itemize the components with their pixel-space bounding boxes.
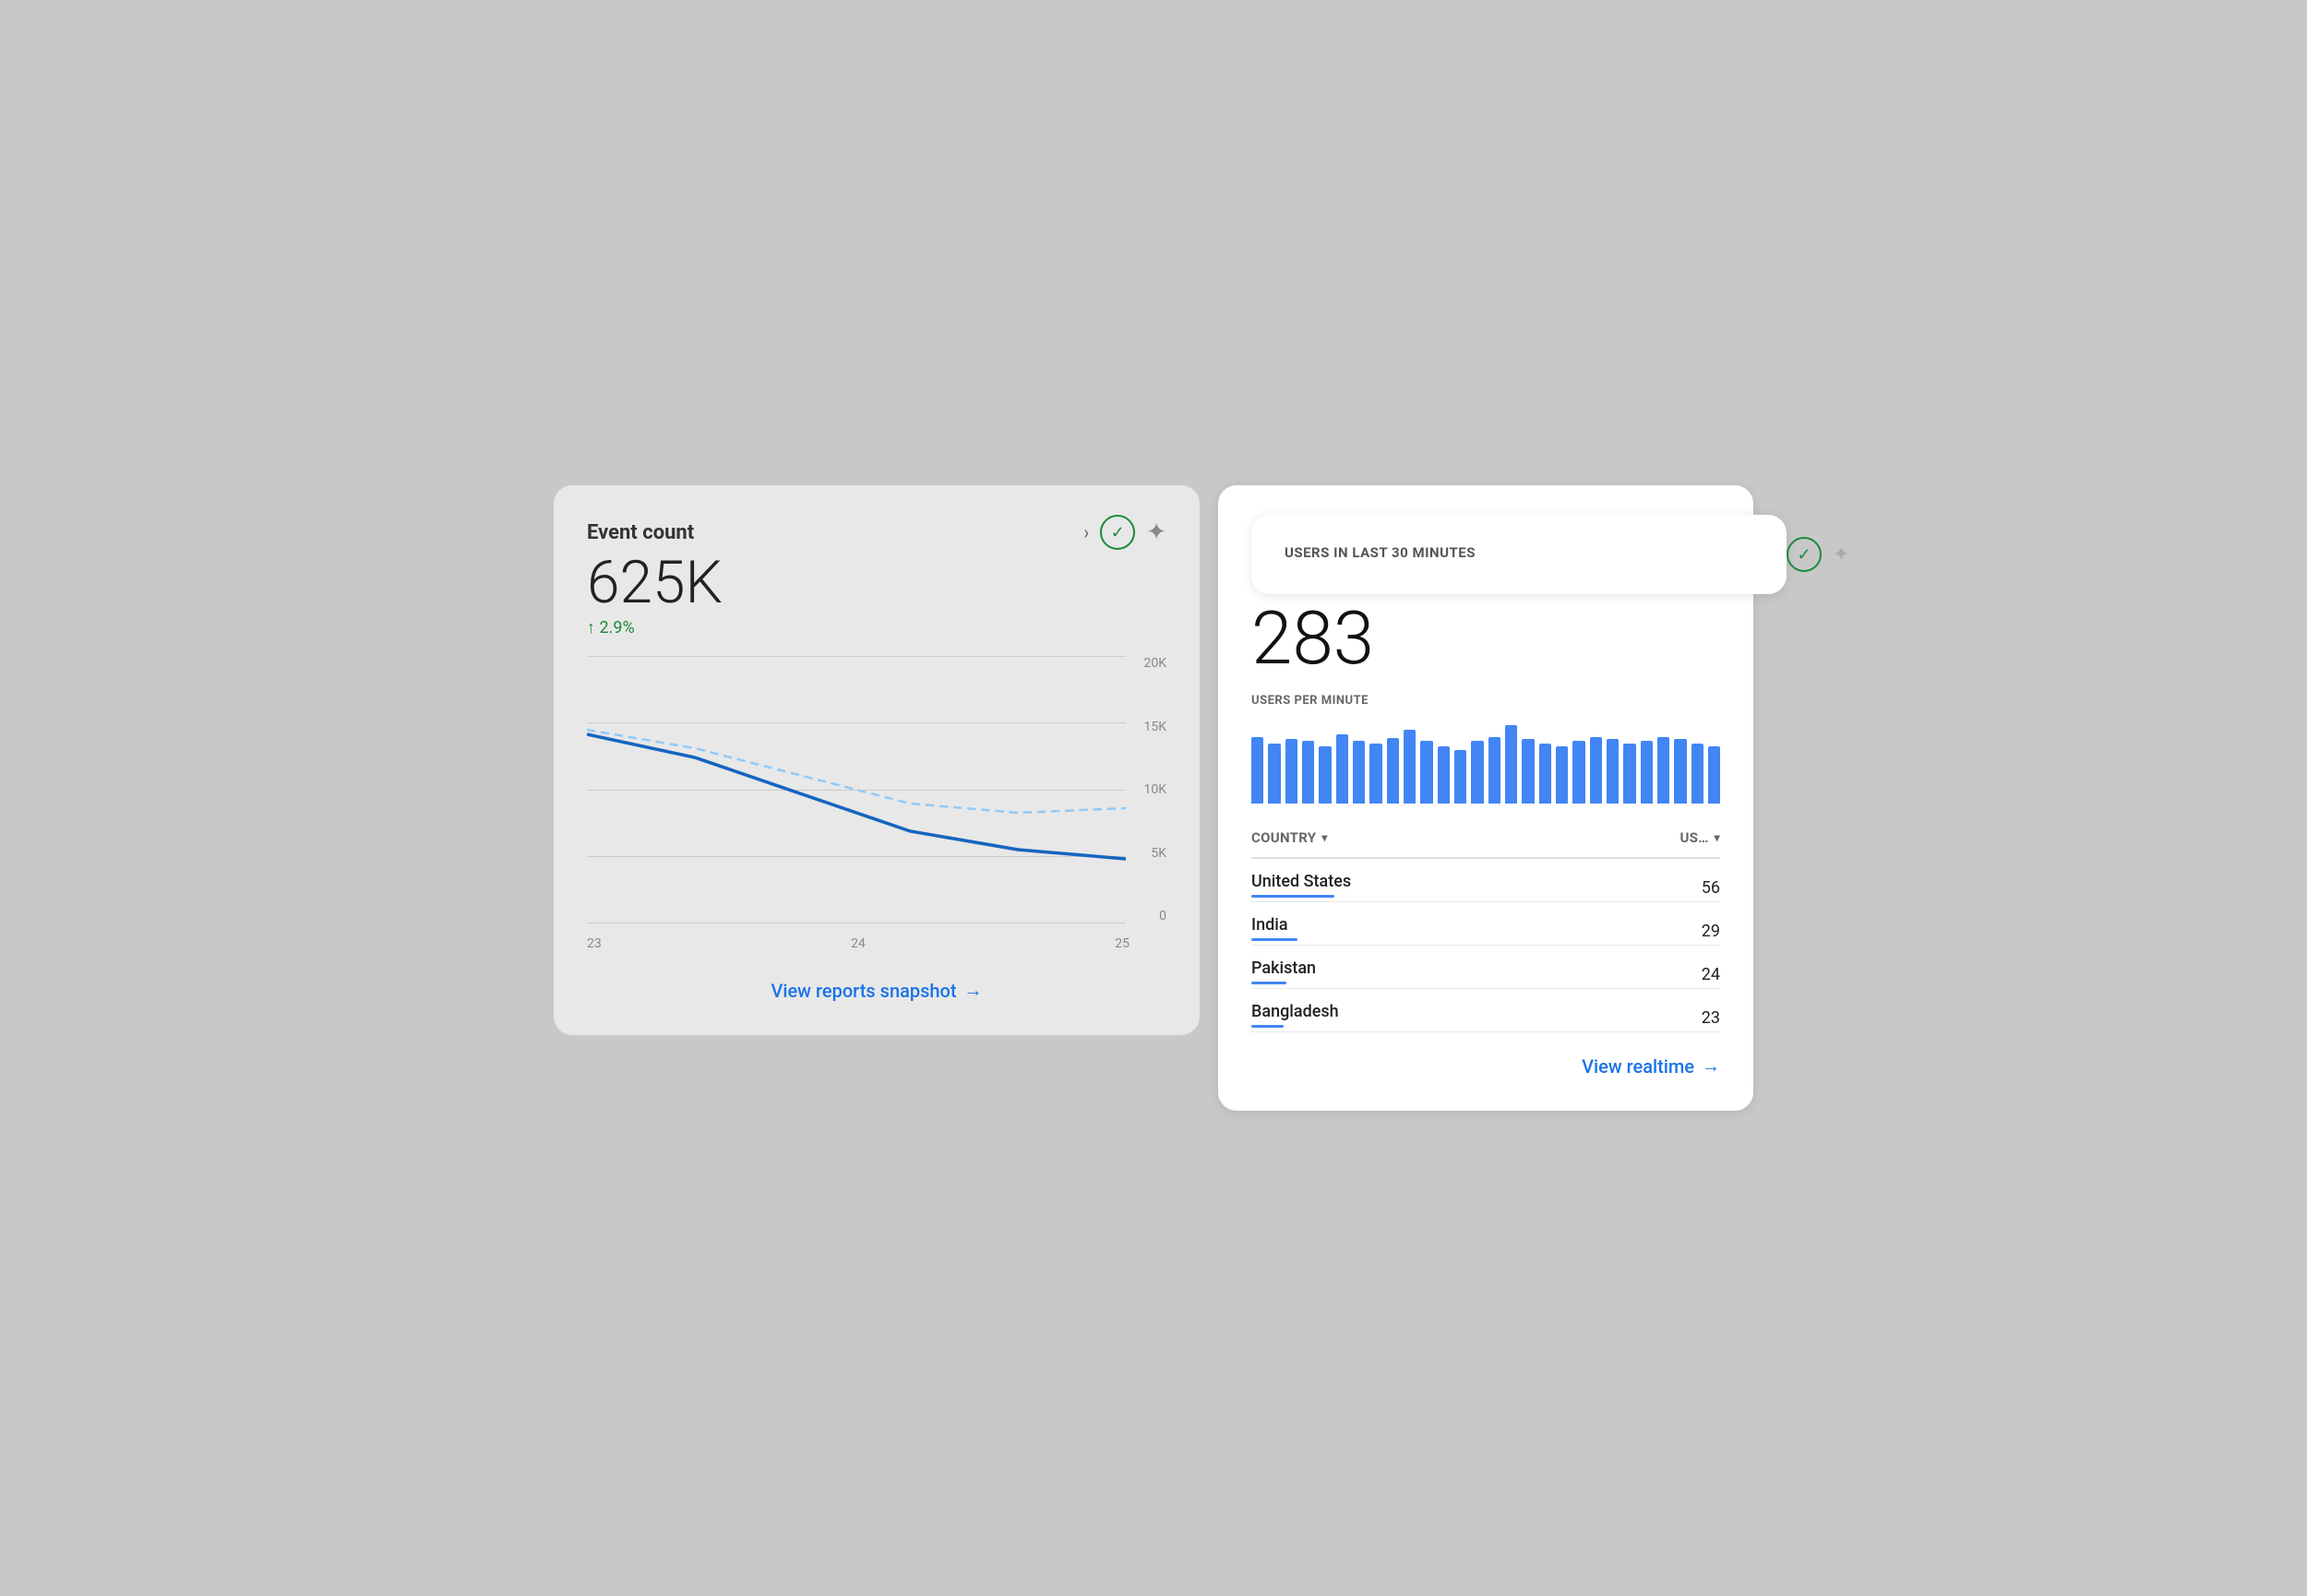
country-name: Pakistan [1251, 959, 1316, 978]
table-row[interactable]: Bangladesh 23 [1251, 989, 1720, 1032]
bar [1268, 744, 1280, 804]
bar [1657, 737, 1669, 804]
table-row[interactable]: India 29 [1251, 902, 1720, 946]
left-card-title: Event count [587, 521, 694, 544]
country-bar [1251, 1025, 1284, 1028]
bar [1353, 741, 1365, 804]
bar [1302, 741, 1314, 804]
bar [1539, 744, 1551, 804]
check-icon-right[interactable]: ✓ [1787, 537, 1822, 572]
line-chart-area: 20K 15K 10K 5K 0 23 24 25 [587, 656, 1166, 951]
view-reports-snapshot-link[interactable]: View reports snapshot → [587, 979, 1166, 1002]
table-row[interactable]: Pakistan 24 [1251, 946, 1720, 989]
right-card-icons: ✓ ✦ [1787, 537, 1849, 572]
bar [1572, 741, 1584, 804]
event-count-card: Event count › ✓ ✦ 625K ↑ 2.9% [554, 485, 1200, 1035]
right-card-header: USERS IN LAST 30 MINUTES ✓ ✦ [1251, 515, 1720, 594]
left-card-icons: › ✓ ✦ [1083, 515, 1166, 550]
country-name: Bangladesh [1251, 1002, 1339, 1021]
nav-arrow-icon[interactable]: › [1083, 521, 1089, 543]
country-name: United States [1251, 872, 1351, 891]
realtime-card: USERS IN LAST 30 MINUTES ✓ ✦ 283 USERS P… [1218, 485, 1753, 1111]
table-row[interactable]: United States 56 [1251, 859, 1720, 902]
dashboard-container: Event count › ✓ ✦ 625K ↑ 2.9% [554, 485, 1753, 1111]
country-value: 23 [1702, 1008, 1720, 1028]
bar [1369, 744, 1381, 804]
bar [1505, 725, 1517, 804]
view-realtime-link[interactable]: View realtime → [1251, 1054, 1720, 1078]
bar [1691, 744, 1703, 804]
bar [1336, 734, 1348, 804]
sparkle-icon-right[interactable]: ✦ [1833, 543, 1849, 566]
bar [1708, 746, 1720, 804]
bar [1556, 746, 1568, 804]
country-column-header[interactable]: COUNTRY ▾ [1251, 829, 1328, 846]
country-table: United States 56 India 29 Pakistan 24 Ba… [1251, 859, 1720, 1032]
country-name: India [1251, 915, 1297, 935]
bar [1674, 739, 1686, 804]
realtime-value: 283 [1251, 601, 1720, 675]
users-per-minute-label: USERS PER MINUTE [1251, 694, 1720, 708]
x-axis-labels: 23 24 25 [587, 936, 1130, 951]
bar [1641, 741, 1653, 804]
bar [1522, 739, 1534, 804]
country-value: 29 [1702, 922, 1720, 941]
country-value: 56 [1702, 878, 1720, 898]
check-icon[interactable]: ✓ [1100, 515, 1135, 550]
country-bar [1251, 895, 1334, 898]
bar [1623, 744, 1635, 804]
bar [1251, 737, 1263, 804]
event-count-value: 625K [587, 554, 1166, 613]
bar [1319, 746, 1331, 804]
country-bar [1251, 982, 1286, 984]
bar [1488, 737, 1500, 804]
bar [1590, 737, 1602, 804]
country-dropdown-arrow[interactable]: ▾ [1321, 831, 1327, 844]
country-bar [1251, 938, 1297, 941]
bar [1404, 730, 1416, 804]
bar [1420, 741, 1432, 804]
bar [1471, 741, 1483, 804]
country-value: 24 [1702, 965, 1720, 984]
y-axis-labels: 20K 15K 10K 5K 0 [1143, 656, 1166, 923]
bar [1607, 739, 1619, 804]
bar [1285, 739, 1297, 804]
left-card-header: Event count › ✓ ✦ [587, 515, 1166, 550]
country-table-header: COUNTRY ▾ US… ▾ [1251, 829, 1720, 859]
metric-change: ↑ 2.9% [587, 618, 1166, 637]
line-chart-svg [587, 656, 1126, 923]
bar [1454, 750, 1466, 804]
bar [1387, 738, 1399, 804]
realtime-card-title: USERS IN LAST 30 MINUTES [1251, 515, 1787, 594]
users-column-header[interactable]: US… ▾ [1680, 829, 1720, 846]
users-dropdown-arrow[interactable]: ▾ [1715, 831, 1720, 844]
bar-chart [1251, 721, 1720, 804]
sparkle-icon[interactable]: ✦ [1146, 518, 1166, 546]
bar [1438, 746, 1450, 804]
